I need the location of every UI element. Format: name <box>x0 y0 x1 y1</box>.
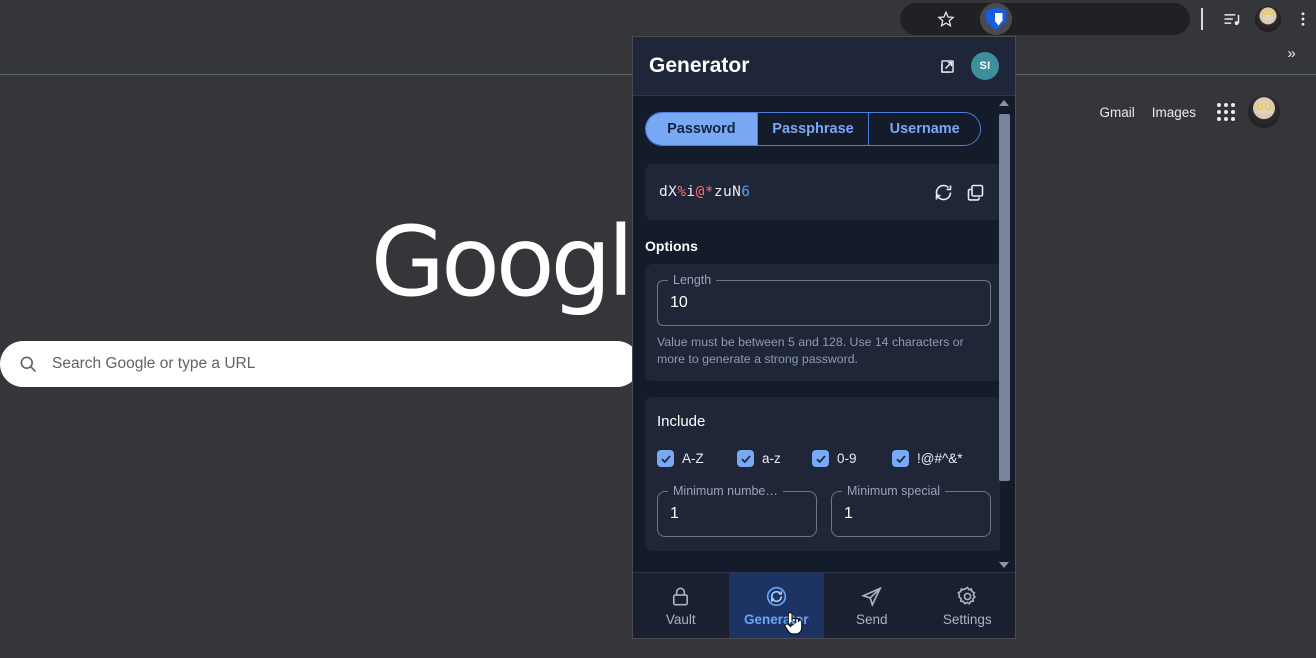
images-link[interactable]: Images <box>1152 105 1196 120</box>
password-char: N <box>732 184 742 200</box>
refresh-circle-icon <box>766 586 786 606</box>
scrollbar-down-arrow-icon[interactable] <box>999 562 1009 568</box>
checkbox-uppercase[interactable]: A-Z <box>657 450 737 468</box>
toolbar-divider <box>1201 8 1203 30</box>
bitwarden-shield-icon[interactable] <box>980 3 1012 35</box>
password-char: * <box>704 184 714 200</box>
bottom-navigation: Vault Generator Send Settings <box>633 572 1015 638</box>
nav-item-generator-label: Generator <box>743 611 809 627</box>
include-section-title: Include <box>657 413 706 431</box>
nav-item-vault[interactable]: Vault <box>633 573 729 638</box>
bitwarden-extension-popup: Generator SI Password Passphrase Usernam… <box>632 36 1016 639</box>
nav-item-vault-label: Vault <box>665 611 696 627</box>
length-field[interactable]: Length 10 <box>657 273 991 326</box>
checkmark-icon <box>812 450 829 468</box>
profile-avatar-icon[interactable]: ʊʊ <box>1252 3 1284 35</box>
scrollbar-thumb[interactable] <box>999 114 1010 481</box>
checkmark-icon <box>737 450 754 468</box>
nav-item-generator[interactable]: Generator <box>728 573 824 638</box>
nav-item-settings-label: Settings <box>942 611 992 627</box>
three-dot-menu-icon[interactable] <box>1287 3 1316 35</box>
length-helper-text: Value must be between 5 and 128. Use 14 … <box>657 335 964 366</box>
minimum-numbers-field[interactable]: Minimum numbe… 1 <box>657 484 817 538</box>
tab-username[interactable]: Username <box>869 113 980 145</box>
password-char: d <box>659 184 669 200</box>
minimum-special-label: Minimum special <box>842 484 946 499</box>
password-char: i <box>686 184 696 200</box>
nav-item-send[interactable]: Send <box>824 573 920 638</box>
minimum-numbers-label: Minimum numbe… <box>668 484 783 499</box>
page-title: Generator <box>649 54 750 77</box>
generated-password-card: dX%i@*zuN6 <box>645 164 1003 220</box>
minimum-numbers-value: 1 <box>670 505 679 523</box>
search-icon <box>20 356 37 373</box>
generated-password-value: dX%i@*zuN6 <box>659 184 927 200</box>
popup-scroll-area: Password Passphrase Username dX%i@*zuN6 … <box>633 96 1015 572</box>
password-char: @ <box>695 184 705 200</box>
popout-window-icon[interactable] <box>938 57 957 76</box>
gmail-link[interactable]: Gmail <box>1099 105 1134 120</box>
checkbox-numbers[interactable]: 0-9 <box>812 450 892 468</box>
length-field-value: 10 <box>670 294 688 311</box>
checkmark-icon <box>657 450 674 468</box>
scrollbar-track[interactable] <box>999 96 1013 572</box>
password-char: z <box>713 184 723 200</box>
google-apps-grid-icon[interactable] <box>1213 99 1235 125</box>
include-checkbox-row: A-Z a-z 0-9 !@#^&* <box>657 450 991 468</box>
length-field-label: Length <box>668 273 717 287</box>
include-panel: Include A-Z a-z 0-9 !@#^&* Minimum numbe… <box>645 397 1003 552</box>
password-char: u <box>722 184 733 200</box>
nav-item-send-label: Send <box>855 611 888 627</box>
google-account-avatar[interactable] <box>1248 96 1280 128</box>
browser-toolbar: ʊʊ <box>0 0 1316 37</box>
minimum-special-field[interactable]: Minimum special 1 <box>831 484 991 538</box>
paper-plane-icon <box>861 586 883 607</box>
checkmark-icon <box>892 450 909 468</box>
password-char: X <box>668 184 678 200</box>
lock-icon <box>673 587 689 605</box>
options-panel: Length 10 Value must be between 5 and 12… <box>645 264 1003 382</box>
avatar[interactable]: SI <box>971 52 999 80</box>
checkbox-uppercase-label: A-Z <box>682 451 704 467</box>
tab-passphrase[interactable]: Passphrase <box>757 113 870 145</box>
generator-type-tabs: Password Passphrase Username <box>645 112 981 146</box>
google-search-placeholder: Search Google or type a URL <box>52 355 256 372</box>
google-search-box[interactable]: Search Google or type a URL <box>0 341 640 387</box>
checkbox-lowercase-label: a-z <box>762 451 781 467</box>
bookmarks-overflow-chevron-icon[interactable]: » <box>1280 45 1302 62</box>
popup-header: Generator SI <box>633 37 1015 96</box>
google-header-links: Gmail Images <box>1099 96 1280 128</box>
bitwarden-shield-glyph <box>985 7 1007 31</box>
scrollbar-up-arrow-icon[interactable] <box>999 100 1009 106</box>
options-section-title: Options <box>645 238 698 254</box>
tab-password[interactable]: Password <box>646 113 758 145</box>
regenerate-icon[interactable] <box>927 176 959 208</box>
media-control-icon[interactable] <box>1216 3 1248 35</box>
checkbox-lowercase[interactable]: a-z <box>737 450 812 468</box>
checkbox-special-label: !@#^&* <box>917 451 963 467</box>
password-char: 6 <box>741 184 751 200</box>
star-icon[interactable] <box>930 3 962 35</box>
checkbox-special[interactable]: !@#^&* <box>892 450 963 468</box>
minimum-fields-row: Minimum numbe… 1 Minimum special 1 <box>657 484 991 538</box>
nav-item-settings[interactable]: Settings <box>920 573 1016 638</box>
checkbox-numbers-label: 0-9 <box>837 451 857 467</box>
copy-icon[interactable] <box>959 176 991 208</box>
minimum-special-value: 1 <box>844 505 853 523</box>
gear-icon <box>957 585 976 605</box>
